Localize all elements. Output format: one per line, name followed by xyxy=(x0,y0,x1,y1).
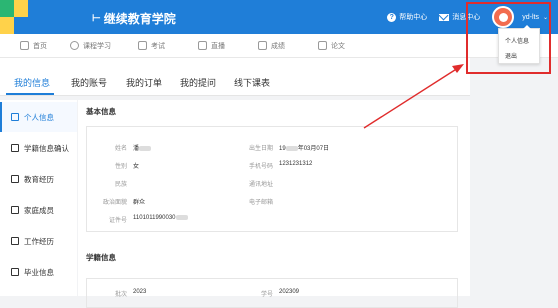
enrollment-info-panel: 批次 2023 学号 202309 xyxy=(86,278,458,308)
id-label: 证件号 xyxy=(108,218,127,224)
sidebar-item-label: 毕业信息 xyxy=(24,267,54,277)
gender-value: 女 xyxy=(133,164,140,170)
active-tab-indicator xyxy=(6,93,54,95)
graduation-cap-icon xyxy=(11,268,19,276)
home-icon xyxy=(20,41,29,50)
nav-home-label: 首页 xyxy=(33,42,47,50)
basic-info-panel: 姓名 潘 性别 女 民族 政治面貌 群众 证件号 1101011990030 出… xyxy=(86,126,458,232)
gender-label: 性别 xyxy=(114,164,127,170)
right-margin xyxy=(470,58,558,296)
tab-my-questions[interactable]: 我的提问 xyxy=(180,76,216,89)
birth-value: 19 年03月07日 xyxy=(279,145,330,152)
enrollment-info-title: 学籍信息 xyxy=(86,253,116,262)
sidebar-item-label: 教育经历 xyxy=(24,174,54,184)
batch-label: 批次 xyxy=(114,292,127,298)
document-icon xyxy=(318,41,327,50)
sidebar-item-enrollment-confirm[interactable]: 学籍信息确认 xyxy=(0,133,77,163)
basic-info-title: 基本信息 xyxy=(86,107,116,116)
politics-label: 政治面貌 xyxy=(102,200,127,206)
nav-live-label: 直播 xyxy=(211,42,225,50)
nav-grades[interactable]: 成绩 xyxy=(258,41,285,51)
student-no-label: 学号 xyxy=(260,292,273,298)
nav-course-label: 课程学习 xyxy=(83,42,111,50)
phone-value: 1231231312 xyxy=(279,161,313,167)
education-icon xyxy=(11,175,19,183)
tab-my-orders[interactable]: 我的订单 xyxy=(126,76,162,89)
sidebar-item-personal-info[interactable]: 个人信息 xyxy=(0,102,77,132)
help-icon: ? xyxy=(387,12,397,22)
live-icon xyxy=(198,41,207,50)
sidebar-item-label: 学籍信息确认 xyxy=(24,143,69,153)
help-center-link[interactable]: ? 帮助中心 xyxy=(387,12,427,22)
home-icon xyxy=(11,206,19,214)
redaction-mark xyxy=(175,215,188,220)
email-label: 电子邮箱 xyxy=(248,200,273,206)
birth-label: 出生日期 xyxy=(248,146,273,152)
briefcase-icon xyxy=(11,237,19,245)
phone-label: 手机号码 xyxy=(248,164,273,170)
tab-offline-schedule[interactable]: 线下课表 xyxy=(234,76,270,89)
nav-exam-label: 考试 xyxy=(151,42,165,50)
sidebar-item-family[interactable]: 家庭成员 xyxy=(0,195,77,225)
name-value: 潘 xyxy=(133,143,152,152)
nav-exam[interactable]: 考试 xyxy=(138,41,165,51)
redaction-mark xyxy=(285,145,298,151)
sidebar-item-graduation[interactable]: 毕业信息 xyxy=(0,257,77,287)
politics-value: 群众 xyxy=(133,200,146,206)
nav-thesis-label: 论文 xyxy=(331,42,345,50)
person-icon xyxy=(11,113,19,121)
help-label: 帮助中心 xyxy=(399,14,428,21)
student-no-value: 202309 xyxy=(279,289,300,295)
redaction-mark xyxy=(139,145,152,151)
tab-my-account[interactable]: 我的账号 xyxy=(71,76,107,89)
tab-my-info[interactable]: 我的信息 xyxy=(14,76,50,89)
sidebar-item-label: 家庭成员 xyxy=(24,205,54,215)
nav-live[interactable]: 直播 xyxy=(198,41,225,51)
name-label: 姓名 xyxy=(114,146,127,152)
id-card-icon xyxy=(11,144,19,152)
id-value: 1101011990030 xyxy=(133,215,188,221)
brand-text: 继续教育学院 xyxy=(103,12,176,26)
batch-value: 2023 xyxy=(133,289,147,295)
brand-title[interactable]: ⊢ 继续教育学院 xyxy=(92,10,176,27)
grades-icon xyxy=(258,41,267,50)
user-icon xyxy=(70,41,79,50)
brand-mark-icon: ⊢ xyxy=(92,13,101,24)
logo-icon[interactable] xyxy=(0,0,28,34)
main-content: 基本信息 姓名 潘 性别 女 民族 政治面貌 群众 证件号 1101011990… xyxy=(78,100,470,308)
mail-icon xyxy=(439,13,450,21)
sidebar-item-label: 个人信息 xyxy=(24,112,54,122)
sidebar: 个人信息 学籍信息确认 教育经历 家庭成员 工作经历 毕业信息 xyxy=(0,100,77,296)
address-label: 通讯地址 xyxy=(248,182,273,188)
ethnicity-label: 民族 xyxy=(114,182,127,188)
nav-grades-label: 成绩 xyxy=(271,42,285,50)
sidebar-item-work[interactable]: 工作经历 xyxy=(0,226,77,256)
exam-icon xyxy=(138,41,147,50)
nav-course[interactable]: 课程学习 xyxy=(70,41,111,51)
profile-tabs: 我的信息 我的账号 我的订单 我的提问 线下课表 xyxy=(0,58,470,96)
sidebar-item-education[interactable]: 教育经历 xyxy=(0,164,77,194)
nav-thesis[interactable]: 论文 xyxy=(318,41,345,51)
nav-home[interactable]: 首页 xyxy=(20,41,47,51)
sidebar-item-label: 工作经历 xyxy=(24,236,54,246)
annotation-highlight-box xyxy=(466,2,551,74)
